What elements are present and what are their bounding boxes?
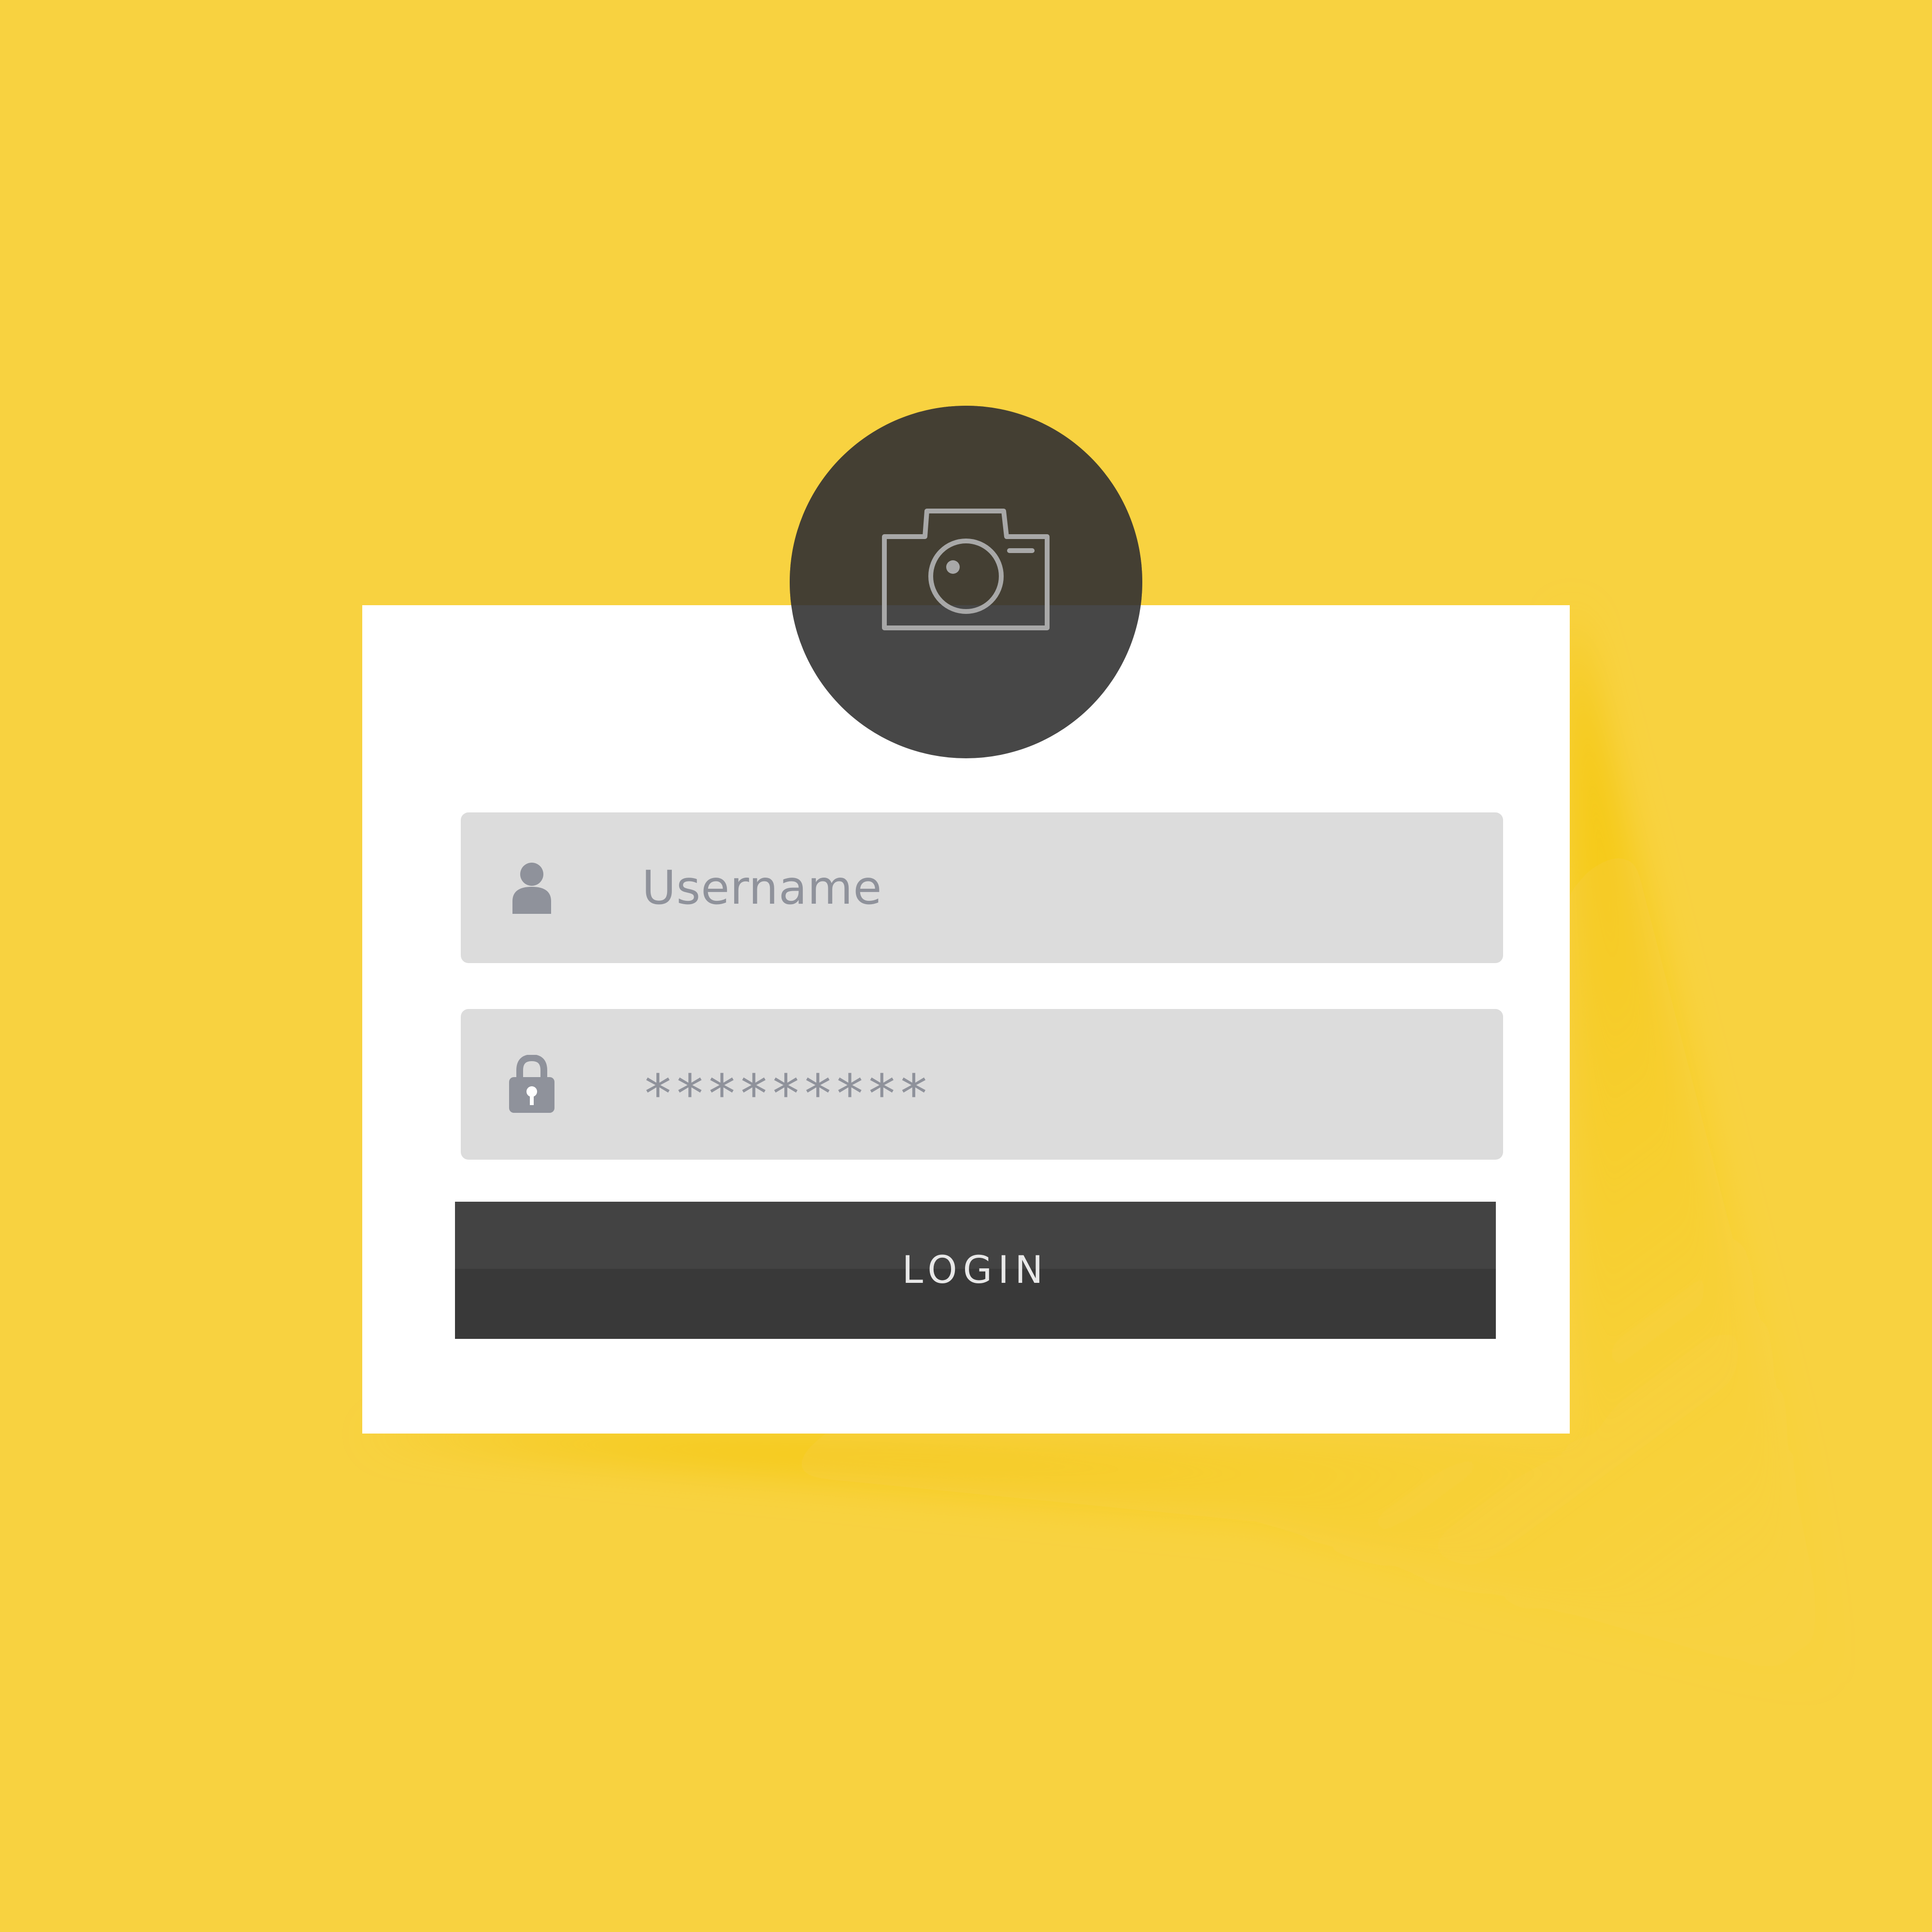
username-placeholder: Username [642, 861, 882, 915]
username-field[interactable]: Username [461, 812, 1503, 963]
avatar-upload[interactable] [790, 406, 1142, 758]
password-value: ********* [642, 1063, 930, 1125]
background: Username ********* LOGIN [0, 0, 1932, 1932]
camera-icon [882, 509, 1050, 630]
login-button-label: LOGIN [902, 1249, 1049, 1292]
user-icon [505, 812, 558, 963]
password-field[interactable]: ********* [461, 1009, 1503, 1160]
login-button[interactable]: LOGIN [455, 1202, 1496, 1339]
lock-icon [505, 1009, 558, 1160]
